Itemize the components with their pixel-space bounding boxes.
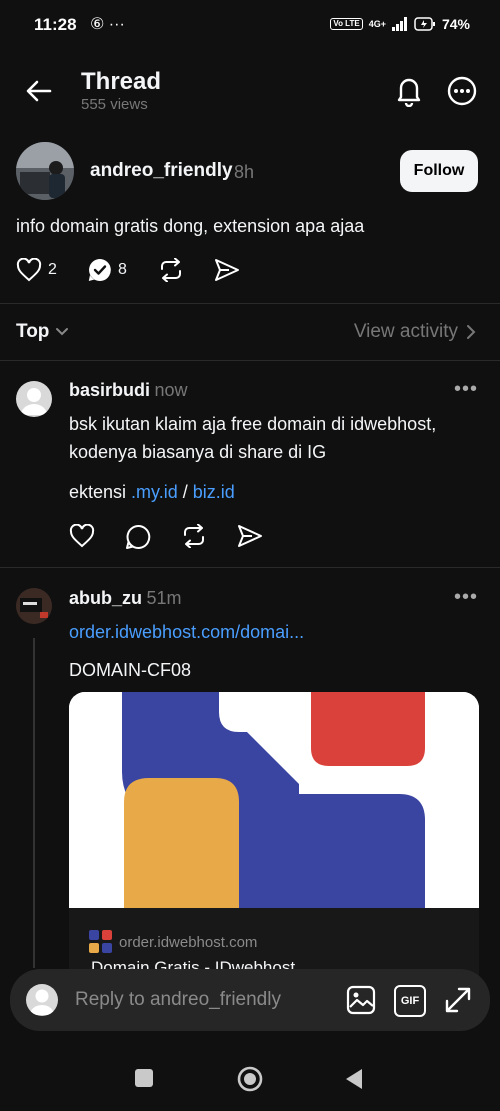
reply-username[interactable]: abub_zu <box>69 588 142 608</box>
reply-check-icon <box>88 258 112 282</box>
reply-input[interactable]: Reply to andreo_friendly <box>75 989 281 1011</box>
thread-connector-line <box>33 638 35 968</box>
idwebhost-favicon-icon <box>89 930 113 954</box>
reply-action[interactable]: 8 <box>88 258 127 282</box>
reply-timestamp: now <box>154 380 188 400</box>
reply-text-line: bsk ikutan klaim aja free domain di idwe… <box>69 414 437 434</box>
reply-count: 8 <box>118 261 127 278</box>
page-title: Thread <box>81 68 162 95</box>
view-count: 555 views <box>81 96 148 113</box>
share-icon[interactable] <box>237 524 263 548</box>
gif-button[interactable]: GIF <box>394 985 426 1017</box>
link-preview-source: order.idwebhost.com <box>89 930 257 954</box>
avatar[interactable] <box>16 142 74 200</box>
signal-icon <box>391 17 408 31</box>
comment-icon[interactable] <box>125 524 151 550</box>
sort-dropdown[interactable]: Top <box>16 321 69 343</box>
heart-icon[interactable] <box>69 524 95 548</box>
divider <box>0 303 500 304</box>
repost-icon[interactable] <box>158 258 184 282</box>
more-options-icon[interactable] <box>446 75 478 107</box>
volte-badge: Vo LTE <box>330 18 363 30</box>
home-icon[interactable] <box>236 1065 264 1093</box>
divider <box>0 567 500 568</box>
status-time: 11:28 <box>34 15 77 34</box>
more-options-icon[interactable]: ••• <box>454 378 478 401</box>
more-options-icon[interactable]: ••• <box>454 586 478 609</box>
reply-text-line: kodenya biasanya di share di IG <box>69 442 327 462</box>
like-action[interactable]: 2 <box>16 258 57 282</box>
extension-prefix: ektensi <box>69 482 132 502</box>
avatar <box>26 984 58 1016</box>
chevron-down-icon <box>55 327 69 337</box>
post-text: info domain gratis dong, extension apa a… <box>16 216 365 236</box>
view-activity-label: View activity <box>353 321 458 342</box>
expand-icon[interactable] <box>443 985 473 1015</box>
extension-separator: / <box>177 482 193 502</box>
battery-charging-icon <box>414 17 436 31</box>
reply-timestamp: 51m <box>146 588 182 608</box>
heart-icon <box>16 258 42 282</box>
share-icon[interactable] <box>214 258 240 282</box>
status-indicators: Vo LTE 4G+ 74% <box>330 16 470 32</box>
link-preview-image <box>69 692 479 908</box>
network-type: 4G+ <box>368 18 386 29</box>
bell-icon[interactable] <box>394 75 424 107</box>
extension-line: ektensi .my.id / biz.id <box>69 478 235 506</box>
view-activity-link[interactable]: View activity <box>354 321 476 343</box>
image-icon[interactable] <box>346 985 376 1015</box>
avatar[interactable] <box>16 588 52 624</box>
back-nav-icon[interactable] <box>344 1068 364 1090</box>
post-timestamp: 8h <box>234 162 255 182</box>
battery-level: 74% <box>441 16 470 32</box>
back-arrow-icon[interactable] <box>24 76 54 106</box>
post-username[interactable]: andreo_friendly <box>90 160 233 182</box>
reply-link[interactable]: order.idwebhost.com/domai... <box>69 618 304 646</box>
link-biz-id[interactable]: biz.id <box>193 482 235 502</box>
link-preview-domain: order.idwebhost.com <box>119 933 258 951</box>
follow-button[interactable]: Follow <box>400 150 478 192</box>
sort-label: Top <box>16 321 50 342</box>
like-count: 2 <box>48 261 57 278</box>
status-notification-icons: ⑥ ··· <box>90 16 125 33</box>
divider <box>0 360 500 361</box>
link-my-id[interactable]: .my.id <box>131 482 178 502</box>
reply-header: abub_zu 51m <box>69 588 181 609</box>
chevron-right-icon <box>466 324 476 340</box>
reply-code-text: DOMAIN-CF08 <box>69 660 192 680</box>
reply-username[interactable]: basirbudi <box>69 380 150 400</box>
recent-apps-icon[interactable] <box>134 1068 154 1088</box>
reply-header: basirbudi now <box>69 380 188 401</box>
avatar[interactable] <box>16 381 52 417</box>
repost-icon[interactable] <box>181 524 207 548</box>
